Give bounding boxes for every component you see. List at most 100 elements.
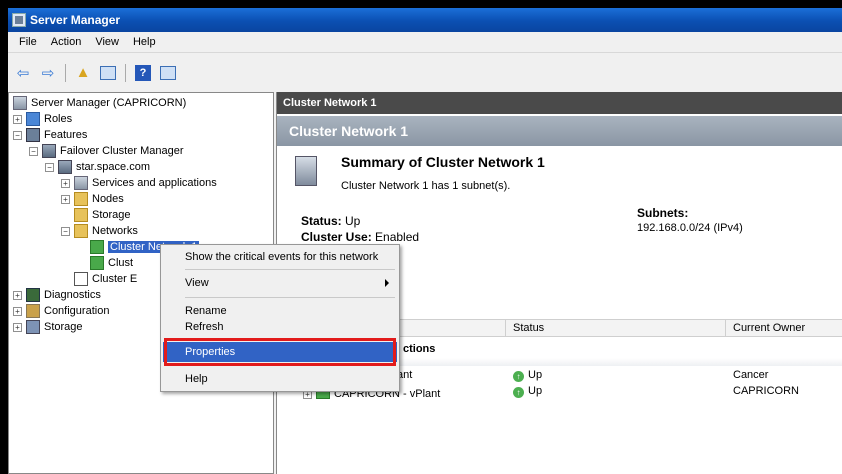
menu-view[interactable]: View [88,36,126,48]
column-current-owner[interactable]: Current Owner [733,322,805,334]
cluster-use-value: Enabled [375,230,420,244]
status-up-icon: ↑ [513,371,524,382]
storage-icon [26,320,40,334]
nodes-icon [74,192,88,206]
subnets-label: Subnets: [637,206,689,220]
details-banner: Cluster Network 1 [277,116,842,146]
tree-label: Cluster E [92,273,138,285]
tree-label: Configuration [44,305,110,317]
status-up-icon: ↑ [513,387,524,398]
menu-action[interactable]: Action [44,36,89,48]
row-owner: CAPRICORN [733,385,800,397]
menu-item-help[interactable]: Help [163,369,397,389]
collapse-icon[interactable]: − [29,146,38,156]
menu-help[interactable]: Help [126,36,163,48]
help-icon[interactable]: ? [132,62,154,84]
menu-item-label: View [185,277,209,289]
tree-item-cluster[interactable]: − star.space.com [45,159,150,175]
features-icon [26,128,40,142]
tree-label: Features [44,129,88,141]
events-icon [74,272,88,286]
collapse-icon[interactable]: − [13,130,22,140]
menu-bar: File Action View Help [8,32,842,52]
column-divider [725,320,726,337]
properties-highlight-box [164,338,396,366]
status-value: Up [345,214,361,228]
row-owner: Cancer [733,369,769,381]
expand-icon[interactable]: + [13,306,22,316]
column-divider [505,320,506,337]
cluster-icon [58,160,72,174]
submenu-arrow-icon [385,279,389,287]
summary-title: Summary of Cluster Network 1 [341,154,545,170]
tree-item-configuration[interactable]: + Configuration [13,303,109,319]
cluster-manager-icon [42,144,56,158]
tree-item-cluster-events[interactable]: Cluster E [74,271,137,287]
menu-item-refresh[interactable]: Refresh [163,317,397,337]
tree-item-root[interactable]: Server Manager (CAPRICORN) [13,95,186,111]
up-folder-icon[interactable]: ▲ [72,62,94,84]
tree-item-cluster-network-2[interactable]: Clust [90,255,133,271]
tree-label: Clust [108,257,134,269]
network-icon [90,256,104,270]
cluster-use-field: Cluster Use: Enabled [301,230,419,244]
tree-label: Roles [44,113,73,125]
diagnostics-icon [26,288,40,302]
networks-icon [74,224,88,238]
summary-subtitle: Cluster Network 1 has 1 subnet(s). [341,180,511,192]
tree-item-storage[interactable]: + Storage [13,319,83,335]
menu-item-show-critical-events[interactable]: Show the critical events for this networ… [163,247,397,267]
server-icon [13,96,27,110]
tree-item-diagnostics[interactable]: + Diagnostics [13,287,101,303]
window-title: Server Manager [30,13,121,27]
status-field: Status: Up [301,214,360,228]
services-icon [74,176,88,190]
tree-label: Storage [92,209,131,221]
tree-item-services[interactable]: + Services and applications [61,175,217,191]
show-hide-tree-icon[interactable] [97,62,119,84]
expand-icon[interactable]: + [13,290,22,300]
tree-item-roles[interactable]: + Roles [13,111,72,127]
server-manager-icon [12,13,26,27]
menu-item-view[interactable]: View [163,273,397,293]
toolbar-separator [125,63,126,82]
menu-separator [185,297,395,298]
row-status: Up [528,369,543,381]
tree-item-storage-node[interactable]: Storage [74,207,131,223]
menu-file[interactable]: File [12,36,44,48]
row-status: Up [528,385,543,397]
tree-item-nodes[interactable]: + Nodes [61,191,124,207]
title-bar[interactable]: Server Manager [8,8,842,32]
details-header: Cluster Network 1 [277,92,842,114]
collapse-icon[interactable]: − [45,162,54,172]
menu-separator [185,269,395,270]
tree-label: Services and applications [92,177,217,189]
action-pane-icon[interactable] [157,62,179,84]
tree-item-features[interactable]: − Features [13,127,87,143]
collapse-icon[interactable]: − [61,226,70,236]
tree-item-networks[interactable]: − Networks [61,223,138,239]
tree-label: Networks [92,225,138,237]
tree-item-failover-cluster-manager[interactable]: − Failover Cluster Manager [29,143,184,159]
expand-icon[interactable]: + [13,114,22,124]
context-menu: Show the critical events for this networ… [160,244,400,392]
back-arrow-icon[interactable]: ⇦ [12,62,34,84]
subnets-value: 192.168.0.0/24 (IPv4) [637,222,743,234]
tree-label: Nodes [92,193,124,205]
tree-label: Diagnostics [44,289,101,301]
cluster-use-label: Cluster Use: [301,230,372,244]
roles-icon [26,112,40,126]
expand-icon[interactable]: + [61,178,70,188]
status-label: Status: [301,214,342,228]
toolbar: ⇦ ⇨ ▲ ? [8,52,842,92]
configuration-icon [26,304,40,318]
toolbar-separator [65,63,66,82]
forward-arrow-icon[interactable]: ⇨ [37,62,59,84]
tree-label: Failover Cluster Manager [60,145,184,157]
expand-icon[interactable]: + [61,194,70,204]
expand-icon[interactable]: + [13,322,22,332]
column-status[interactable]: Status [513,322,544,334]
group-label: ctions [403,343,436,355]
tree-label: Server Manager (CAPRICORN) [31,97,187,109]
server-manager-window: Server Manager File Action View Help ⇦ ⇨… [8,8,842,474]
